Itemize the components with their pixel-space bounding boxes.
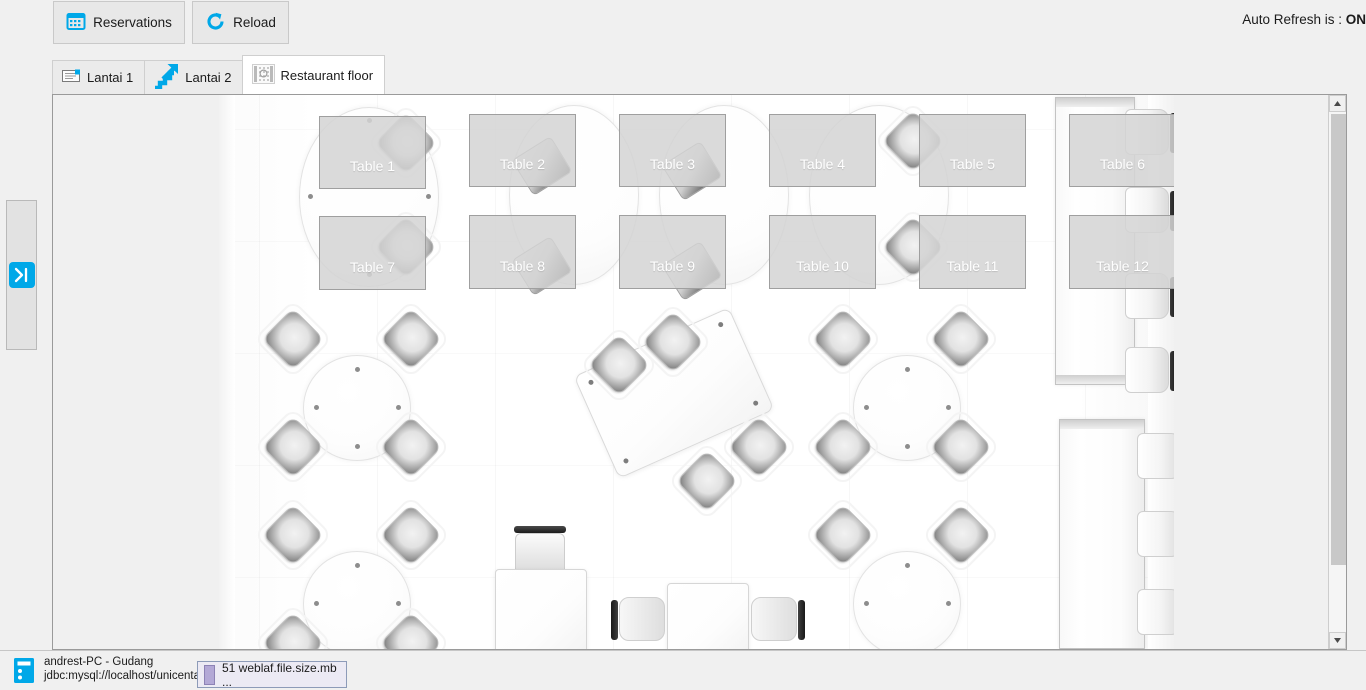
table-box-label: Table 2 [499, 156, 546, 172]
table-box[interactable]: Table 9 [619, 215, 726, 289]
calendar-icon [66, 11, 86, 34]
expand-right-icon [8, 262, 35, 288]
table-box-label: Table 7 [349, 259, 396, 275]
scrollbar-thumb[interactable] [1331, 114, 1346, 565]
table-box[interactable]: Table 11 [919, 215, 1026, 289]
bench-chair-l2 [1137, 511, 1174, 557]
scrollbar-track[interactable] [1330, 114, 1346, 630]
wall-left [219, 95, 235, 649]
host-name: andrest-PC - Gudang [44, 656, 154, 668]
sq-chair-top-1 [514, 526, 566, 573]
table-box-label: Table 3 [649, 156, 696, 172]
table-box[interactable]: Table 8 [469, 215, 576, 289]
table-box-label: Table 10 [796, 258, 849, 274]
connection-info: andrest-PC - Gudang jdbc:mysql://localho… [44, 655, 200, 683]
tab-lantai-2-label: Lantai 2 [185, 70, 232, 85]
table-box-label: Table 5 [949, 156, 996, 172]
scroll-down-button[interactable] [1329, 632, 1346, 649]
floor-panel: Table 1 Table 2 Table 3 Table 4 Table 5 Table… [52, 94, 1347, 650]
table-box-label: Table 8 [499, 258, 546, 274]
auto-refresh-prefix: Auto Refresh is : [1242, 12, 1346, 27]
floor-tabstrip: Lantai 1 Lantai 2 Restaurant floor [52, 55, 386, 94]
database-server-icon [14, 658, 35, 684]
sq-table-2 [667, 583, 749, 649]
table-box[interactable]: Table 2 [469, 114, 576, 187]
vertical-scrollbar[interactable] [1328, 95, 1346, 649]
taskbar-item-label: 51 weblaf.file.size.mb ... [222, 660, 337, 689]
tab-restaurant-floor-label: Restaurant floor [280, 67, 374, 83]
long-table-lower [1059, 419, 1145, 649]
taskbar-item-icon [204, 664, 215, 685]
table-box[interactable]: Table 3 [619, 114, 726, 187]
table-box-label: Table 6 [1099, 156, 1146, 172]
table-box-label: Table 9 [649, 258, 696, 274]
bench-chair-l1 [1137, 433, 1174, 479]
bench-chair-l3 [1137, 589, 1174, 635]
table-box-label: Table 12 [1096, 258, 1149, 274]
jdbc-url: jdbc:mysql://localhost/unicenta [44, 670, 200, 682]
grid-plan-icon [251, 63, 275, 87]
table-box-label: Table 1 [349, 158, 396, 174]
auto-refresh-status: Auto Refresh is : ON [1242, 12, 1366, 27]
bench-chair-u4 [1125, 347, 1174, 393]
tab-restaurant-floor[interactable]: Restaurant floor [241, 55, 386, 94]
document-list-icon [62, 69, 81, 87]
auto-refresh-state: ON [1345, 12, 1366, 27]
scroll-up-button[interactable] [1329, 95, 1346, 112]
application-window: Reservations Reload Auto Refresh is : ON [0, 0, 1366, 690]
table-box[interactable]: Table 12 [1069, 215, 1174, 289]
stairs-icon [154, 63, 179, 92]
reload-button[interactable]: Reload [192, 1, 289, 44]
table-box[interactable]: Table 4 [769, 114, 876, 187]
tab-lantai-1-label: Lantai 1 [87, 70, 134, 85]
table-box[interactable]: Table 6 [1069, 114, 1174, 187]
tab-lantai-2[interactable]: Lantai 2 [144, 60, 243, 94]
reload-button-label: Reload [233, 15, 276, 30]
reservations-button-label: Reservations [93, 15, 172, 30]
taskbar-item[interactable]: 51 weblaf.file.size.mb ... [197, 660, 347, 689]
table-box[interactable]: Table 1 [319, 116, 426, 189]
sidebar-expand-handle[interactable] [6, 200, 37, 350]
top-toolbar: Reservations Reload Auto Refresh is : ON [0, 0, 1366, 46]
table-box-label: Table 4 [799, 156, 846, 172]
reservations-button[interactable]: Reservations [53, 1, 185, 44]
refresh-icon [205, 11, 226, 35]
table-box[interactable]: Table 5 [919, 114, 1026, 187]
tab-lantai-1[interactable]: Lantai 1 [52, 60, 145, 94]
floorplan-viewport[interactable]: Table 1 Table 2 Table 3 Table 4 Table 5 Table… [53, 95, 1330, 649]
round-table-bottom-right [853, 551, 961, 649]
sq-chair-left-2 [611, 597, 665, 641]
table-box[interactable]: Table 10 [769, 215, 876, 289]
sq-chair-right-2 [751, 597, 805, 641]
table-box-label: Table 11 [946, 258, 999, 274]
sq-table-1 [495, 569, 587, 649]
table-box[interactable]: Table 7 [319, 216, 426, 290]
floorplan-image: Table 1 Table 2 Table 3 Table 4 Table 5 Table… [219, 95, 1174, 649]
